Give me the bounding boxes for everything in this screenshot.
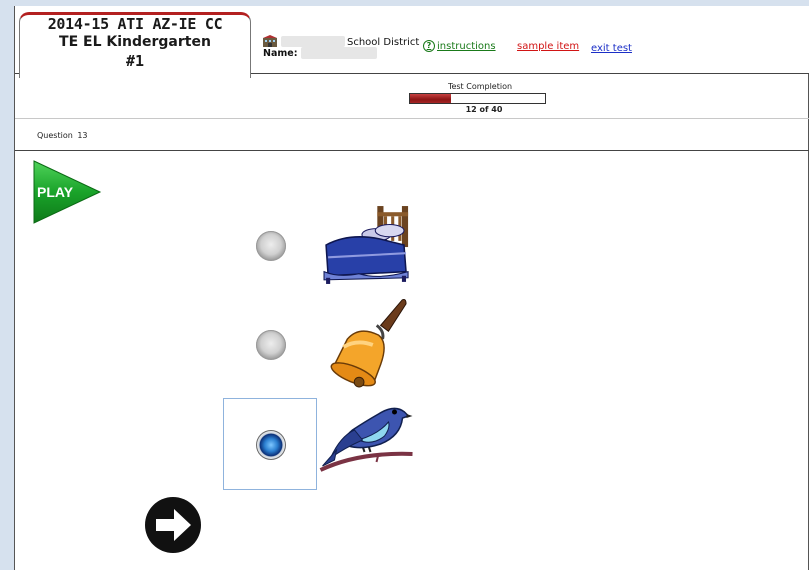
bird-picture[interactable] [318, 400, 413, 472]
progress-band: Test Completion 12 of 40 [15, 75, 809, 119]
help-icon: ? [423, 40, 435, 52]
choice-2-radio[interactable] [256, 330, 286, 360]
progress-bar [409, 93, 546, 104]
progress-title: Test Completion [447, 82, 513, 91]
progress-fill [410, 94, 451, 103]
bell-picture[interactable] [320, 296, 408, 388]
next-button[interactable] [144, 496, 202, 554]
school-icon [263, 35, 277, 47]
bed-picture[interactable] [317, 204, 411, 286]
student-name-redacted [301, 47, 377, 59]
question-number: Question 13 [37, 131, 88, 140]
test-title-line2: TE EL Kindergarten [59, 34, 211, 50]
choice-1-radio[interactable] [256, 231, 286, 261]
test-title-line1: 2014-15 ATI AZ-IE CC [47, 15, 223, 33]
play-button[interactable]: PLAY [32, 159, 102, 225]
test-frame: 2014-15 ATI AZ-IE CC TE EL Kindergarten … [14, 6, 809, 570]
choice-3-radio[interactable] [256, 430, 286, 460]
play-label: PLAY [37, 184, 74, 200]
sample-item-link[interactable]: sample item [517, 41, 579, 52]
progress-count: 12 of 40 [465, 105, 503, 114]
test-title-tab: 2014-15 ATI AZ-IE CC TE EL Kindergarten … [19, 12, 251, 78]
instructions-label: instructions [437, 40, 496, 52]
question-band: Question 13 [15, 120, 809, 151]
test-title-line3: #1 [125, 52, 145, 70]
instructions-link[interactable]: ? instructions [423, 40, 496, 52]
header: 2014-15 ATI AZ-IE CC TE EL Kindergarten … [15, 6, 809, 78]
exit-test-link[interactable]: exit test [591, 43, 632, 54]
name-label: Name: [263, 48, 298, 59]
district-name-redacted [281, 36, 345, 47]
